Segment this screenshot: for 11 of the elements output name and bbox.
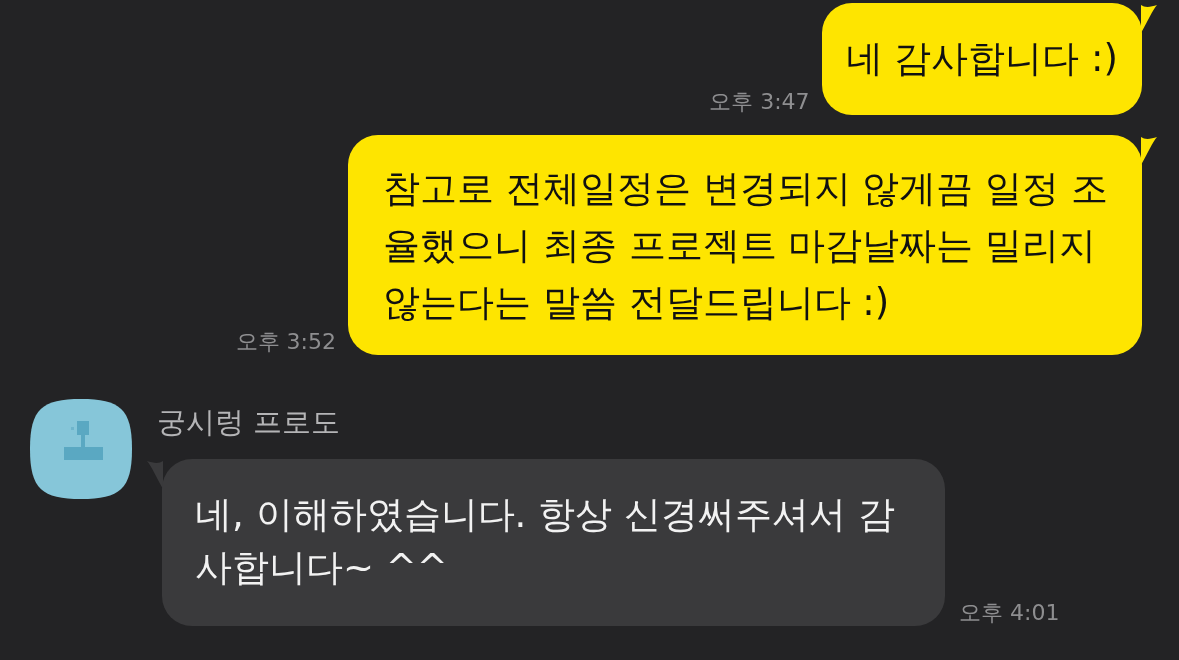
message-bubble: 네, 이해하였습니다. 항상 신경써주셔서 감사합니다~ ^^: [162, 459, 945, 626]
bubble-tail-icon: [147, 461, 163, 489]
avatar-icon: [30, 399, 132, 499]
message-time: 오후 3:47: [709, 91, 810, 115]
message-bubble: 참고로 전체일정은 변경되지 않게끔 일정 조율했으니 최종 프로젝트 마감날짜는 밀리지 않는다는 말씀 전달드립니다 :): [348, 135, 1142, 355]
message-bubble: 네 감사합니다 :): [821, 3, 1142, 115]
bubble-tail-icon: [1141, 137, 1157, 165]
bubble-tail-icon: [1141, 5, 1157, 33]
message-time: 오후 4:01: [959, 602, 1060, 626]
sender-name: 궁시렁 프로도: [157, 404, 341, 441]
message-time: 오후 3:52: [235, 331, 336, 355]
